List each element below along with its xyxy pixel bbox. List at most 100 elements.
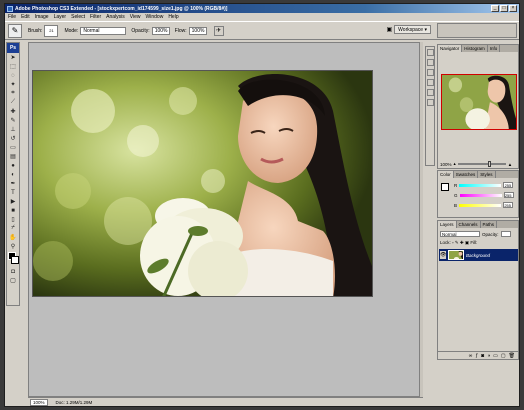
screen-mode-icon[interactable]: ▢ bbox=[7, 276, 19, 285]
green-slider[interactable] bbox=[459, 193, 502, 197]
green-value[interactable]: 255 bbox=[503, 192, 514, 198]
menu-file[interactable]: File bbox=[8, 14, 16, 20]
magic-wand-icon[interactable]: ✦ bbox=[7, 80, 19, 89]
link-layers-icon[interactable]: ∞ bbox=[469, 353, 473, 359]
layer-row-background[interactable]: 👁 Background bbox=[439, 249, 518, 261]
info-icon[interactable] bbox=[426, 99, 434, 106]
visibility-eye-icon[interactable]: 👁 bbox=[440, 251, 446, 259]
tab-swatches[interactable]: Swatches bbox=[454, 171, 479, 178]
menu-edit[interactable]: Edit bbox=[21, 14, 30, 20]
tab-paths[interactable]: Paths bbox=[481, 221, 498, 228]
menu-filter[interactable]: Filter bbox=[90, 14, 101, 20]
lock-icon[interactable]: ▫ ✎ ✚ ▣ bbox=[452, 240, 470, 245]
lasso-icon[interactable]: ◌ bbox=[7, 71, 19, 80]
menu-select[interactable]: Select bbox=[71, 14, 85, 20]
slice-icon[interactable]: ⟋ bbox=[7, 98, 19, 107]
tab-color[interactable]: Color bbox=[438, 171, 454, 178]
opacity-label: Opacity: bbox=[131, 27, 150, 34]
history-icon[interactable] bbox=[426, 49, 434, 56]
zoom-slider-handle[interactable] bbox=[487, 161, 491, 167]
blue-label: B bbox=[454, 202, 458, 208]
navigator-thumbnail[interactable] bbox=[441, 74, 517, 130]
brushes-icon[interactable] bbox=[426, 79, 434, 86]
tab-info[interactable]: Info bbox=[488, 45, 501, 52]
menu-layer[interactable]: Layer bbox=[54, 14, 67, 20]
color-swatches bbox=[7, 251, 19, 267]
ps-logo: Ps bbox=[7, 43, 19, 53]
tab-navigator[interactable]: Navigator bbox=[438, 45, 463, 52]
opacity-field[interactable]: 100% bbox=[151, 26, 170, 35]
stamp-icon[interactable]: ⊥ bbox=[7, 125, 19, 134]
layer-name[interactable]: Background bbox=[466, 253, 490, 258]
mode-select[interactable]: Normal bbox=[80, 26, 127, 35]
brush-icon[interactable]: ✎ bbox=[7, 116, 19, 125]
new-group-icon[interactable]: ▭ bbox=[493, 353, 498, 359]
vertical-scrollbar[interactable] bbox=[419, 42, 423, 397]
tab-styles[interactable]: Styles bbox=[478, 171, 496, 178]
marquee-icon[interactable]: ⬚ bbox=[7, 62, 19, 71]
shape-icon[interactable]: ■ bbox=[7, 206, 19, 215]
color-panel-swatch[interactable] bbox=[441, 183, 449, 191]
menu-analysis[interactable]: Analysis bbox=[106, 14, 125, 20]
tab-channels[interactable]: Channels bbox=[457, 221, 481, 228]
tab-histogram[interactable]: Histogram bbox=[462, 45, 488, 52]
blur-icon[interactable]: ● bbox=[7, 161, 19, 170]
clone-source-icon[interactable] bbox=[426, 89, 434, 96]
airbrush-toggle[interactable]: ✈ bbox=[213, 25, 224, 36]
brush-size: 21 bbox=[49, 28, 54, 33]
adjustment-layer-icon[interactable]: ◑ bbox=[487, 353, 490, 359]
blend-mode-select[interactable]: Normal bbox=[440, 231, 480, 237]
eraser-icon[interactable]: ▭ bbox=[7, 143, 19, 152]
document-image[interactable] bbox=[32, 70, 373, 297]
notes-icon[interactable]: ▯ bbox=[7, 215, 19, 224]
layer-thumbnail-image bbox=[449, 251, 463, 259]
healing-icon[interactable]: ✚ bbox=[7, 107, 19, 116]
actions-icon[interactable] bbox=[426, 59, 434, 66]
layer-opacity-field[interactable] bbox=[500, 231, 511, 237]
hand-icon[interactable]: ✋ bbox=[7, 233, 19, 242]
zoom-in-icon[interactable]: ▲ bbox=[508, 162, 512, 167]
dodge-icon[interactable]: ◐ bbox=[7, 170, 19, 179]
menu-view[interactable]: View bbox=[130, 14, 141, 20]
menu-window[interactable]: Window bbox=[146, 14, 164, 20]
blue-slider[interactable] bbox=[459, 203, 502, 207]
eyedropper-icon[interactable]: ⌿ bbox=[7, 224, 19, 233]
red-value[interactable]: 255 bbox=[503, 182, 514, 188]
zoom-icon[interactable]: ⚲ bbox=[7, 242, 19, 251]
workspace-button[interactable]: Workspace ▾ bbox=[394, 25, 431, 34]
history-brush-icon[interactable]: ↺ bbox=[7, 134, 19, 143]
window-title: Adobe Photoshop CS3 Extended - [stockxpe… bbox=[15, 5, 228, 12]
layer-mask-icon[interactable]: ◙ bbox=[481, 353, 484, 359]
path-select-icon[interactable]: ▶ bbox=[7, 197, 19, 206]
quick-mask-icon[interactable]: ◘ bbox=[7, 267, 19, 276]
navigator-zoom-value[interactable]: 100% bbox=[440, 162, 452, 167]
gradient-icon[interactable]: ▤ bbox=[7, 152, 19, 161]
menu-image[interactable]: Image bbox=[35, 14, 49, 20]
title-bar: Adobe Photoshop CS3 Extended - [stockxpe… bbox=[5, 4, 519, 13]
portrait-photo bbox=[33, 71, 372, 296]
new-layer-icon[interactable]: ▢ bbox=[501, 353, 506, 359]
menu-help[interactable]: Help bbox=[168, 14, 178, 20]
maximize-button[interactable]: □ bbox=[500, 5, 508, 12]
green-channel-row: G 255 bbox=[454, 192, 514, 198]
brush-preset-picker[interactable]: 21 bbox=[44, 24, 59, 37]
background-color[interactable] bbox=[11, 256, 19, 264]
status-zoom[interactable]: 100% bbox=[30, 398, 48, 406]
type-icon[interactable]: T bbox=[7, 188, 19, 197]
move-icon[interactable]: ➤ bbox=[7, 53, 19, 62]
tool-preset-picker[interactable]: ✎ bbox=[8, 23, 22, 38]
navigator-zoom-slider[interactable] bbox=[457, 161, 506, 167]
zoom-out-icon[interactable]: ▴ bbox=[454, 161, 456, 167]
minimize-button[interactable]: _ bbox=[491, 5, 499, 12]
layer-style-icon[interactable]: ƒ bbox=[475, 353, 478, 359]
delete-layer-icon[interactable]: 🗑 bbox=[509, 353, 515, 359]
close-button[interactable]: × bbox=[509, 5, 517, 12]
red-slider[interactable] bbox=[459, 183, 502, 187]
layers-footer: ∞ ƒ ◙ ◑ ▭ ▢ 🗑 bbox=[438, 351, 518, 359]
pen-icon[interactable]: ✒ bbox=[7, 179, 19, 188]
flow-field[interactable]: 100% bbox=[188, 26, 207, 35]
tool-presets-icon[interactable] bbox=[426, 69, 434, 76]
crop-icon[interactable]: ⌗ bbox=[7, 89, 19, 98]
blue-value[interactable]: 255 bbox=[503, 202, 514, 208]
tab-layers[interactable]: Layers bbox=[438, 221, 457, 228]
